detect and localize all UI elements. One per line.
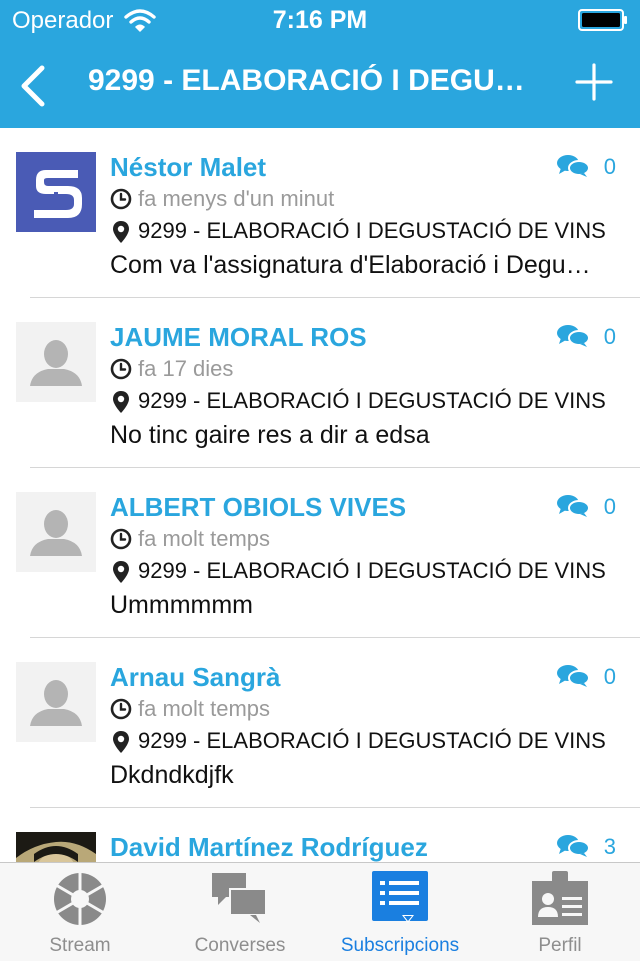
author-name[interactable]: David Martínez Rodríguez xyxy=(110,832,428,862)
subscriptions-list-icon xyxy=(372,871,428,923)
add-post-icon[interactable] xyxy=(574,62,614,102)
author-avatar[interactable] xyxy=(16,492,96,572)
post-item[interactable]: ALBERT OBIOLS VIVES 0 fa molt temps 9299… xyxy=(0,468,640,638)
comments-count-value: 0 xyxy=(603,494,616,519)
tab-stream-label: Stream xyxy=(49,935,111,956)
tab-subscripcions[interactable]: Subscripcions xyxy=(320,863,480,961)
post-item[interactable]: David Martínez Rodríguez 3 xyxy=(0,808,640,862)
post-group[interactable]: 9299 - ELABORACIÓ I DEGUSTACIÓ DE VINS xyxy=(110,728,616,756)
location-pin-icon xyxy=(113,561,129,583)
comments-icon xyxy=(557,325,590,347)
comments-icon xyxy=(557,155,590,177)
post-message: Dkdndkdjfk xyxy=(110,761,234,789)
post-time-text: fa menys d'un minut xyxy=(138,186,335,211)
post-time-text: fa molt temps xyxy=(138,526,271,551)
comments-count-value: 0 xyxy=(603,324,616,349)
tab-converses[interactable]: Converses xyxy=(160,863,320,961)
user-placeholder-icon xyxy=(30,510,82,556)
post-group[interactable]: 9299 - ELABORACIÓ I DEGUSTACIÓ DE VINS xyxy=(110,388,616,416)
post-group-text: 9299 - ELABORACIÓ I DEGUSTACIÓ DE VINS xyxy=(138,218,606,243)
comments-icon xyxy=(557,665,590,687)
user-placeholder-icon xyxy=(30,680,82,726)
comments-icon xyxy=(557,835,590,857)
stream-icon xyxy=(54,871,106,927)
page-title: 9299 - ELABORACIÓ I DEGUSTACIÓ DE VINS xyxy=(88,64,538,97)
post-time-text: fa 17 dies xyxy=(138,356,234,381)
status-bar: Operador 7:16 PM xyxy=(0,0,640,40)
tab-perfil-label: Perfil xyxy=(538,935,582,956)
post-group[interactable]: 9299 - ELABORACIÓ I DEGUSTACIÓ DE VINS xyxy=(110,558,616,586)
tab-perfil[interactable]: Perfil xyxy=(480,863,640,961)
post-group-text: 9299 - ELABORACIÓ I DEGUSTACIÓ DE VINS xyxy=(138,558,606,583)
chat-bubbles-icon xyxy=(212,873,267,923)
user-placeholder-icon xyxy=(30,340,82,386)
tab-stream[interactable]: Stream xyxy=(0,863,160,961)
author-avatar[interactable] xyxy=(16,832,96,862)
back-chevron-icon[interactable] xyxy=(14,62,50,110)
post-item[interactable]: Arnau Sangrà 0 fa molt temps 9299 - ELAB… xyxy=(0,638,640,808)
author-name[interactable]: ALBERT OBIOLS VIVES xyxy=(110,492,406,523)
post-group[interactable]: 9299 - ELABORACIÓ I DEGUSTACIÓ DE VINS xyxy=(110,218,616,246)
post-group-text: 9299 - ELABORACIÓ I DEGUSTACIÓ DE VINS xyxy=(138,388,606,413)
author-avatar[interactable] xyxy=(16,152,96,232)
battery-icon xyxy=(578,9,627,31)
comments-icon xyxy=(557,495,590,517)
tab-converses-label: Converses xyxy=(194,935,286,956)
comments-count-value: 0 xyxy=(603,154,616,179)
post-item[interactable]: JAUME MORAL ROS 0 fa 17 dies 9299 - ELAB… xyxy=(0,298,640,468)
tab-bar: Stream Converses Subscripcions Perfil xyxy=(0,862,640,961)
profile-badge-icon xyxy=(532,871,588,925)
comments-count-value: 3 xyxy=(603,834,616,859)
navigation-bar: 9299 - ELABORACIÓ I DEGUSTACIÓ DE VINS xyxy=(0,40,640,128)
author-name[interactable]: JAUME MORAL ROS xyxy=(110,322,367,353)
author-photo-icon xyxy=(16,832,96,862)
post-message: Ummmmmm xyxy=(110,591,254,619)
location-pin-icon xyxy=(113,221,129,243)
post-message: Com va l'assignatura d'Elaboració i Degu… xyxy=(110,251,596,279)
post-message: No tinc gaire res a dir a edsa xyxy=(110,421,430,449)
post-group-text: 9299 - ELABORACIÓ I DEGUSTACIÓ DE VINS xyxy=(138,728,606,753)
comments-count-value: 0 xyxy=(603,664,616,689)
clock-icon xyxy=(110,358,132,380)
app-logo-icon xyxy=(34,170,82,218)
app-header: Operador 7:16 PM 9299 - ELABORACIÓ I DEG… xyxy=(0,0,640,128)
author-name[interactable]: Néstor Malet xyxy=(110,152,266,183)
status-time: 7:16 PM xyxy=(272,6,368,34)
author-avatar[interactable] xyxy=(16,322,96,402)
post-time-text: fa molt temps xyxy=(138,696,271,721)
post-item[interactable]: Néstor Malet 0 fa menys d'un minut 9299 … xyxy=(0,128,640,298)
clock-icon xyxy=(110,188,132,210)
clock-icon xyxy=(110,698,132,720)
post-feed[interactable]: Néstor Malet 0 fa menys d'un minut 9299 … xyxy=(0,128,640,862)
tab-subscripcions-label: Subscripcions xyxy=(340,935,460,956)
author-avatar[interactable] xyxy=(16,662,96,742)
clock-icon xyxy=(110,528,132,550)
location-pin-icon xyxy=(113,731,129,753)
location-pin-icon xyxy=(113,391,129,413)
author-name[interactable]: Arnau Sangrà xyxy=(110,662,281,693)
